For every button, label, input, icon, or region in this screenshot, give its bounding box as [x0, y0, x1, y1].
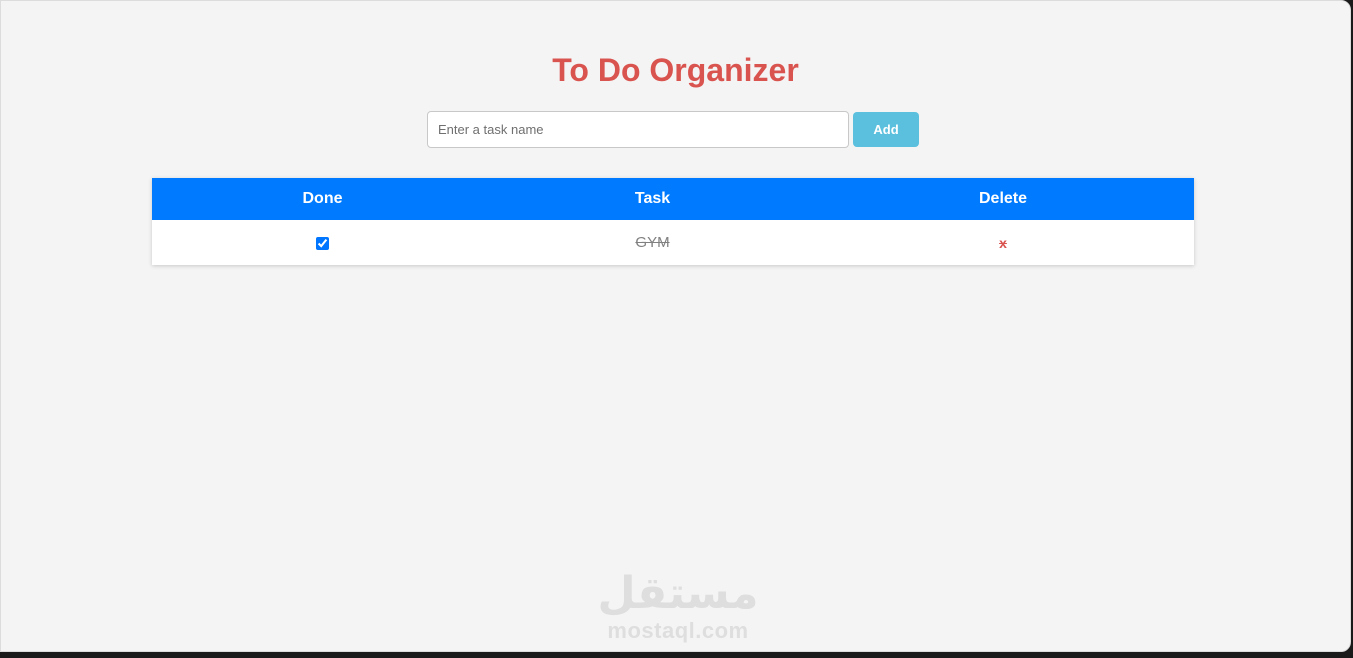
- header-task: Task: [493, 178, 812, 220]
- header-done: Done: [152, 178, 493, 220]
- task-entry-form: Add: [427, 111, 919, 148]
- delete-cell: x: [812, 220, 1194, 265]
- done-cell: [152, 220, 493, 265]
- delete-icon[interactable]: x: [999, 235, 1007, 251]
- table-row: GYM x: [152, 220, 1194, 265]
- table-header-row: Done Task Delete: [152, 178, 1194, 220]
- todo-page: To Do Organizer Add Done Task Delete GYM…: [0, 0, 1351, 652]
- page-title: To Do Organizer: [552, 52, 799, 88]
- add-task-button[interactable]: Add: [853, 112, 919, 147]
- header-delete: Delete: [812, 178, 1194, 220]
- task-cell: GYM: [493, 220, 812, 265]
- task-name: GYM: [635, 234, 670, 251]
- done-checkbox[interactable]: [316, 237, 329, 251]
- task-table: Done Task Delete GYM x: [152, 178, 1194, 265]
- watermark-arabic: مستقل: [597, 568, 759, 619]
- watermark-latin: mostaql.com: [607, 618, 749, 643]
- task-name-input[interactable]: [427, 111, 849, 148]
- watermark-logo: مستقل mostaql.com: [594, 569, 762, 643]
